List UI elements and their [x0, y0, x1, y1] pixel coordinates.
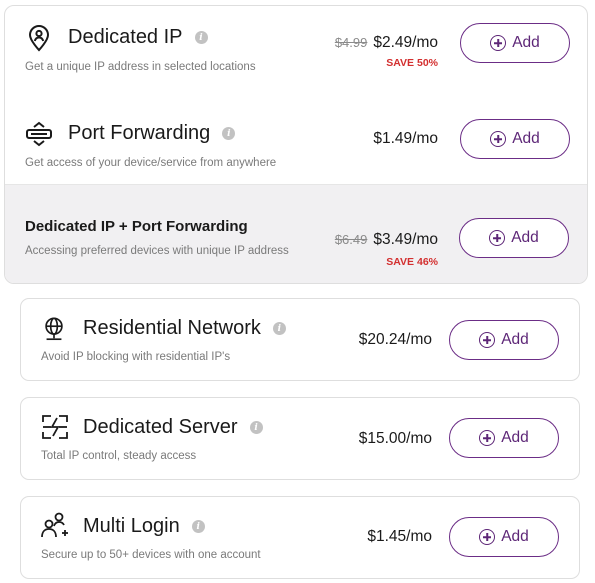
addon-bundle: Dedicated IP + Port Forwarding Accessing…: [5, 184, 587, 283]
addon-title: Dedicated Server i: [83, 416, 263, 439]
add-dedicated-ip-button[interactable]: Add: [460, 23, 570, 63]
plus-circle-icon: [490, 35, 507, 51]
addon-dedicated-server: Dedicated Server i Total IP control, ste…: [20, 397, 580, 480]
addon-title: Multi Login i: [83, 515, 205, 538]
addon-port-forwarding: Port Forwarding i Get access of your dev…: [5, 93, 587, 184]
addon-description: Avoid IP blocking with residential IP's: [41, 351, 231, 363]
addon-multi-login: Multi Login i Secure up to 50+ devices w…: [20, 496, 580, 579]
save-badge: SAVE 46%: [386, 256, 438, 268]
addon-residential-network: Residential Network i Avoid IP blocking …: [20, 298, 580, 381]
add-dedicated-server-button[interactable]: Add: [449, 418, 559, 458]
addon-description: Get access of your device/service from a…: [25, 157, 277, 169]
add-button-label: Add: [511, 229, 539, 246]
info-icon[interactable]: i: [194, 31, 208, 44]
plus-circle-icon: [489, 230, 506, 246]
current-price: $1.45/mo: [367, 528, 432, 545]
addon-title-text: Dedicated IP: [68, 26, 183, 48]
addon-title-text: Residential Network: [83, 317, 261, 339]
globe-network-icon: [41, 316, 67, 342]
port-forwarding-icon: [25, 120, 53, 148]
current-price: $3.49/mo: [373, 231, 438, 248]
location-pin-user-icon: [25, 24, 53, 52]
plus-circle-icon: [490, 131, 507, 147]
addon-price: $1.45/mo: [367, 528, 432, 546]
add-button-label: Add: [501, 429, 529, 446]
addon-title: Dedicated IP i: [68, 26, 208, 49]
add-residential-network-button[interactable]: Add: [449, 320, 559, 360]
add-button-label: Add: [501, 331, 529, 348]
addon-title: Port Forwarding i: [68, 122, 236, 145]
add-multi-login-button[interactable]: Add: [449, 517, 559, 557]
save-badge: SAVE 50%: [386, 57, 438, 69]
addon-dedicated-ip: Dedicated IP i Get a unique IP address i…: [5, 6, 587, 93]
addon-price: $20.24/mo: [359, 331, 432, 349]
server-bolt-icon: [40, 412, 70, 442]
addon-description: Get a unique IP address in selected loca…: [25, 61, 256, 73]
bundle-title: Dedicated IP + Port Forwarding: [25, 218, 248, 235]
info-icon[interactable]: i: [272, 322, 286, 335]
add-button-label: Add: [501, 528, 529, 545]
addon-price: $1.49/mo: [373, 130, 438, 148]
addon-price: $4.99 $2.49/mo: [335, 34, 438, 52]
plus-circle-icon: [479, 529, 496, 545]
bundle-description: Accessing preferred devices with unique …: [25, 245, 289, 257]
add-button-label: Add: [512, 130, 540, 147]
info-icon[interactable]: i: [249, 421, 263, 434]
bundle-price: $6.49 $3.49/mo: [335, 231, 438, 249]
add-port-forwarding-button[interactable]: Add: [460, 119, 570, 159]
add-bundle-button[interactable]: Add: [459, 218, 569, 258]
dedicated-ip-port-forwarding-group: Dedicated IP i Get a unique IP address i…: [4, 5, 588, 284]
add-button-label: Add: [512, 34, 540, 51]
addon-title-text: Multi Login: [83, 515, 180, 537]
addon-title-text: Port Forwarding: [68, 122, 211, 144]
current-price: $1.49/mo: [373, 130, 438, 147]
info-icon[interactable]: i: [222, 127, 236, 140]
addon-title: Residential Network i: [83, 317, 286, 340]
addon-description: Secure up to 50+ devices with one accoun…: [41, 549, 261, 561]
plus-circle-icon: [479, 332, 496, 348]
old-price: $4.99: [334, 35, 368, 50]
current-price: $15.00/mo: [358, 430, 432, 447]
addon-price: $15.00/mo: [359, 430, 432, 448]
addon-description: Total IP control, steady access: [41, 450, 197, 462]
addon-title-text: Dedicated Server: [83, 416, 238, 438]
old-price: $6.49: [334, 232, 368, 247]
current-price: $2.49/mo: [373, 34, 438, 51]
info-icon[interactable]: i: [191, 520, 205, 533]
users-add-icon: [40, 511, 70, 541]
current-price: $20.24/mo: [358, 331, 432, 348]
plus-circle-icon: [479, 430, 496, 446]
